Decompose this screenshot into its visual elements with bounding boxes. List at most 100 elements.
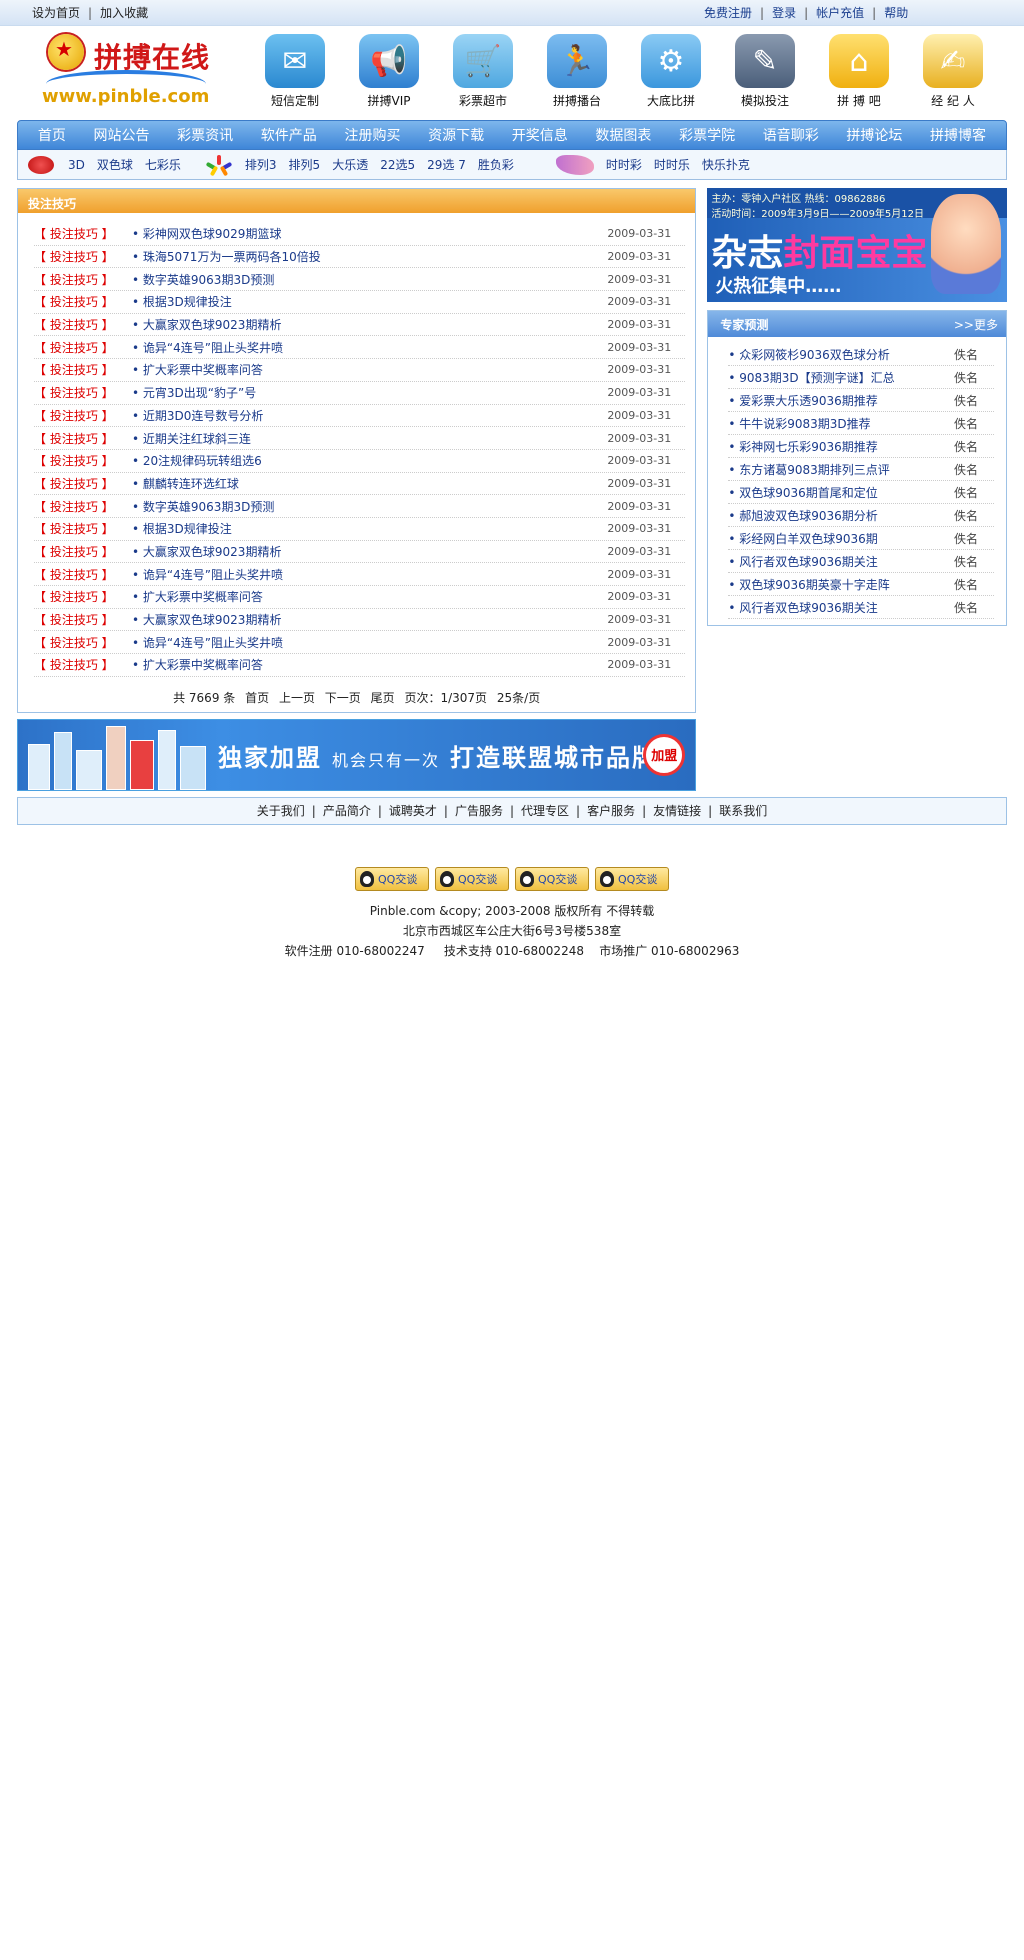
nav-lottery-news[interactable]: 彩票资讯 xyxy=(177,125,233,145)
subnav-22x5[interactable]: 22选5 xyxy=(380,156,415,173)
subnav-pl5[interactable]: 排列5 xyxy=(289,156,321,173)
footer-link[interactable]: 联系我们 xyxy=(719,802,767,819)
article-title-link[interactable]: 数字英雄9063期3D预测 xyxy=(124,498,607,515)
article-category[interactable]: 【 投注技巧 】 xyxy=(34,498,124,515)
qq-chat-button[interactable]: QQ交谈 xyxy=(595,866,669,891)
pager-first[interactable]: 首页 xyxy=(245,691,269,705)
article-category[interactable]: 【 投注技巧 】 xyxy=(34,361,124,378)
article-category[interactable]: 【 投注技巧 】 xyxy=(34,316,124,333)
article-title-link[interactable]: 根据3D规律投注 xyxy=(124,293,607,310)
subnav-ssq[interactable]: 双色球 xyxy=(97,156,133,173)
pager-prev[interactable]: 上一页 xyxy=(279,691,315,705)
footer-link[interactable]: 广告服务 xyxy=(455,802,503,819)
subnav-29x7[interactable]: 29选 7 xyxy=(427,156,466,173)
expert-title-link[interactable]: 风行者双色球9036期关注 xyxy=(728,599,954,616)
subnav-3d[interactable]: 3D xyxy=(68,158,85,172)
nav-announcements[interactable]: 网站公告 xyxy=(93,125,149,145)
article-category[interactable]: 【 投注技巧 】 xyxy=(34,407,124,424)
nav-home[interactable]: 首页 xyxy=(38,125,66,145)
expert-title-link[interactable]: 众彩网筱杉9036双色球分析 xyxy=(728,346,954,363)
article-title-link[interactable]: 诡异“4连号”阻止头奖井喷 xyxy=(124,634,607,651)
footer-link[interactable]: 关于我们 xyxy=(257,802,305,819)
expert-more-link[interactable]: >>更多 xyxy=(954,316,998,333)
subnav-dlt[interactable]: 大乐透 xyxy=(332,156,368,173)
feature-podium[interactable]: 🏃 拼搏播台 xyxy=(530,26,624,109)
nav-forum[interactable]: 拼搏论坛 xyxy=(846,125,902,145)
article-category[interactable]: 【 投注技巧 】 xyxy=(34,475,124,492)
expert-title-link[interactable]: 双色球9036期英豪十字走阵 xyxy=(728,576,954,593)
article-category[interactable]: 【 投注技巧 】 xyxy=(34,520,124,537)
article-category[interactable]: 【 投注技巧 】 xyxy=(34,271,124,288)
article-category[interactable]: 【 投注技巧 】 xyxy=(34,225,124,242)
nav-academy[interactable]: 彩票学院 xyxy=(679,125,735,145)
article-title-link[interactable]: 大赢家双色球9023期精析 xyxy=(124,316,607,333)
article-category[interactable]: 【 投注技巧 】 xyxy=(34,293,124,310)
article-title-link[interactable]: 麒麟转连环选红球 xyxy=(124,475,607,492)
article-title-link[interactable]: 珠海5071万为一票两码各10倍投 xyxy=(124,248,607,265)
article-category[interactable]: 【 投注技巧 】 xyxy=(34,656,124,673)
subnav-qcl[interactable]: 七彩乐 xyxy=(145,156,181,173)
nav-register-buy[interactable]: 注册购买 xyxy=(344,125,400,145)
article-title-link[interactable]: 近期关注红球斜三连 xyxy=(124,430,607,447)
subnav-ssl[interactable]: 时时乐 xyxy=(654,156,690,173)
nav-charts[interactable]: 数据图表 xyxy=(595,125,651,145)
expert-title-link[interactable]: 彩神网七乐彩9036期推荐 xyxy=(728,438,954,455)
article-title-link[interactable]: 元宵3D出现“豹子”号 xyxy=(124,384,607,401)
footer-link[interactable]: 诚聘英才 xyxy=(389,802,437,819)
expert-title-link[interactable]: 风行者双色球9036期关注 xyxy=(728,553,954,570)
article-category[interactable]: 【 投注技巧 】 xyxy=(34,452,124,469)
nav-software[interactable]: 软件产品 xyxy=(261,125,317,145)
article-title-link[interactable]: 近期3D0连号数号分析 xyxy=(124,407,607,424)
article-title-link[interactable]: 扩大彩票中奖概率问答 xyxy=(124,361,607,378)
footer-link[interactable]: 代理专区 xyxy=(521,802,569,819)
expert-title-link[interactable]: 爱彩票大乐透9036期推荐 xyxy=(728,392,954,409)
feature-compare[interactable]: ⚙ 大底比拼 xyxy=(624,26,718,109)
feature-agent[interactable]: ✍ 经 纪 人 xyxy=(906,26,1000,109)
expert-title-link[interactable]: 彩经网白羊双色球9036期 xyxy=(728,530,954,547)
register-link[interactable]: 免费注册 xyxy=(704,4,752,21)
qq-chat-button[interactable]: QQ交谈 xyxy=(515,866,589,891)
pager-last[interactable]: 尾页 xyxy=(371,691,395,705)
article-category[interactable]: 【 投注技巧 】 xyxy=(34,543,124,560)
article-title-link[interactable]: 大赢家双色球9023期精析 xyxy=(124,543,607,560)
qq-chat-button[interactable]: QQ交谈 xyxy=(435,866,509,891)
feature-simulate[interactable]: ✎ 模拟投注 xyxy=(718,26,812,109)
article-category[interactable]: 【 投注技巧 】 xyxy=(34,248,124,265)
nav-voice-chat[interactable]: 语音聊彩 xyxy=(763,125,819,145)
article-title-link[interactable]: 大赢家双色球9023期精析 xyxy=(124,611,607,628)
qq-chat-button[interactable]: QQ交谈 xyxy=(355,866,429,891)
add-favorite-link[interactable]: 加入收藏 xyxy=(100,4,148,21)
recharge-link[interactable]: 帐户充值 xyxy=(816,4,864,21)
join-badge[interactable]: 加盟 xyxy=(643,733,686,776)
article-category[interactable]: 【 投注技巧 】 xyxy=(34,566,124,583)
article-title-link[interactable]: 诡异“4连号”阻止头奖井喷 xyxy=(124,566,607,583)
article-category[interactable]: 【 投注技巧 】 xyxy=(34,611,124,628)
site-logo[interactable]: ★ 拼搏在线 www.pinble.com xyxy=(42,30,212,108)
expert-title-link[interactable]: 9083期3D【预测字谜】汇总 xyxy=(728,369,954,386)
set-homepage-link[interactable]: 设为首页 xyxy=(32,4,80,21)
article-category[interactable]: 【 投注技巧 】 xyxy=(34,384,124,401)
pager-next[interactable]: 下一页 xyxy=(325,691,361,705)
article-title-link[interactable]: 扩大彩票中奖概率问答 xyxy=(124,588,607,605)
article-category[interactable]: 【 投注技巧 】 xyxy=(34,430,124,447)
login-link[interactable]: 登录 xyxy=(772,4,796,21)
feature-bar[interactable]: ⌂ 拼 搏 吧 xyxy=(812,26,906,109)
article-title-link[interactable]: 20注规律码玩转组选6 xyxy=(124,452,607,469)
expert-title-link[interactable]: 牛牛说彩9083期3D推荐 xyxy=(728,415,954,432)
franchise-banner[interactable]: 独家加盟 机会只有一次 打造联盟城市品牌 加盟 xyxy=(17,718,697,791)
feature-sms[interactable]: ✉ 短信定制 xyxy=(248,26,342,109)
nav-downloads[interactable]: 资源下载 xyxy=(428,125,484,145)
subnav-klpk[interactable]: 快乐扑克 xyxy=(702,156,750,173)
article-category[interactable]: 【 投注技巧 】 xyxy=(34,339,124,356)
article-title-link[interactable]: 数字英雄9063期3D预测 xyxy=(124,271,607,288)
expert-title-link[interactable]: 双色球9036期首尾和定位 xyxy=(728,484,954,501)
article-category[interactable]: 【 投注技巧 】 xyxy=(34,588,124,605)
article-category[interactable]: 【 投注技巧 】 xyxy=(34,634,124,651)
expert-title-link[interactable]: 东方诸葛9083期排列三点评 xyxy=(728,461,954,478)
subnav-sfc[interactable]: 胜负彩 xyxy=(478,156,514,173)
expert-title-link[interactable]: 郝旭波双色球9036期分析 xyxy=(728,507,954,524)
help-link[interactable]: 帮助 xyxy=(884,4,908,21)
footer-link[interactable]: 产品简介 xyxy=(323,802,371,819)
article-title-link[interactable]: 扩大彩票中奖概率问答 xyxy=(124,656,607,673)
nav-draw-info[interactable]: 开奖信息 xyxy=(512,125,568,145)
